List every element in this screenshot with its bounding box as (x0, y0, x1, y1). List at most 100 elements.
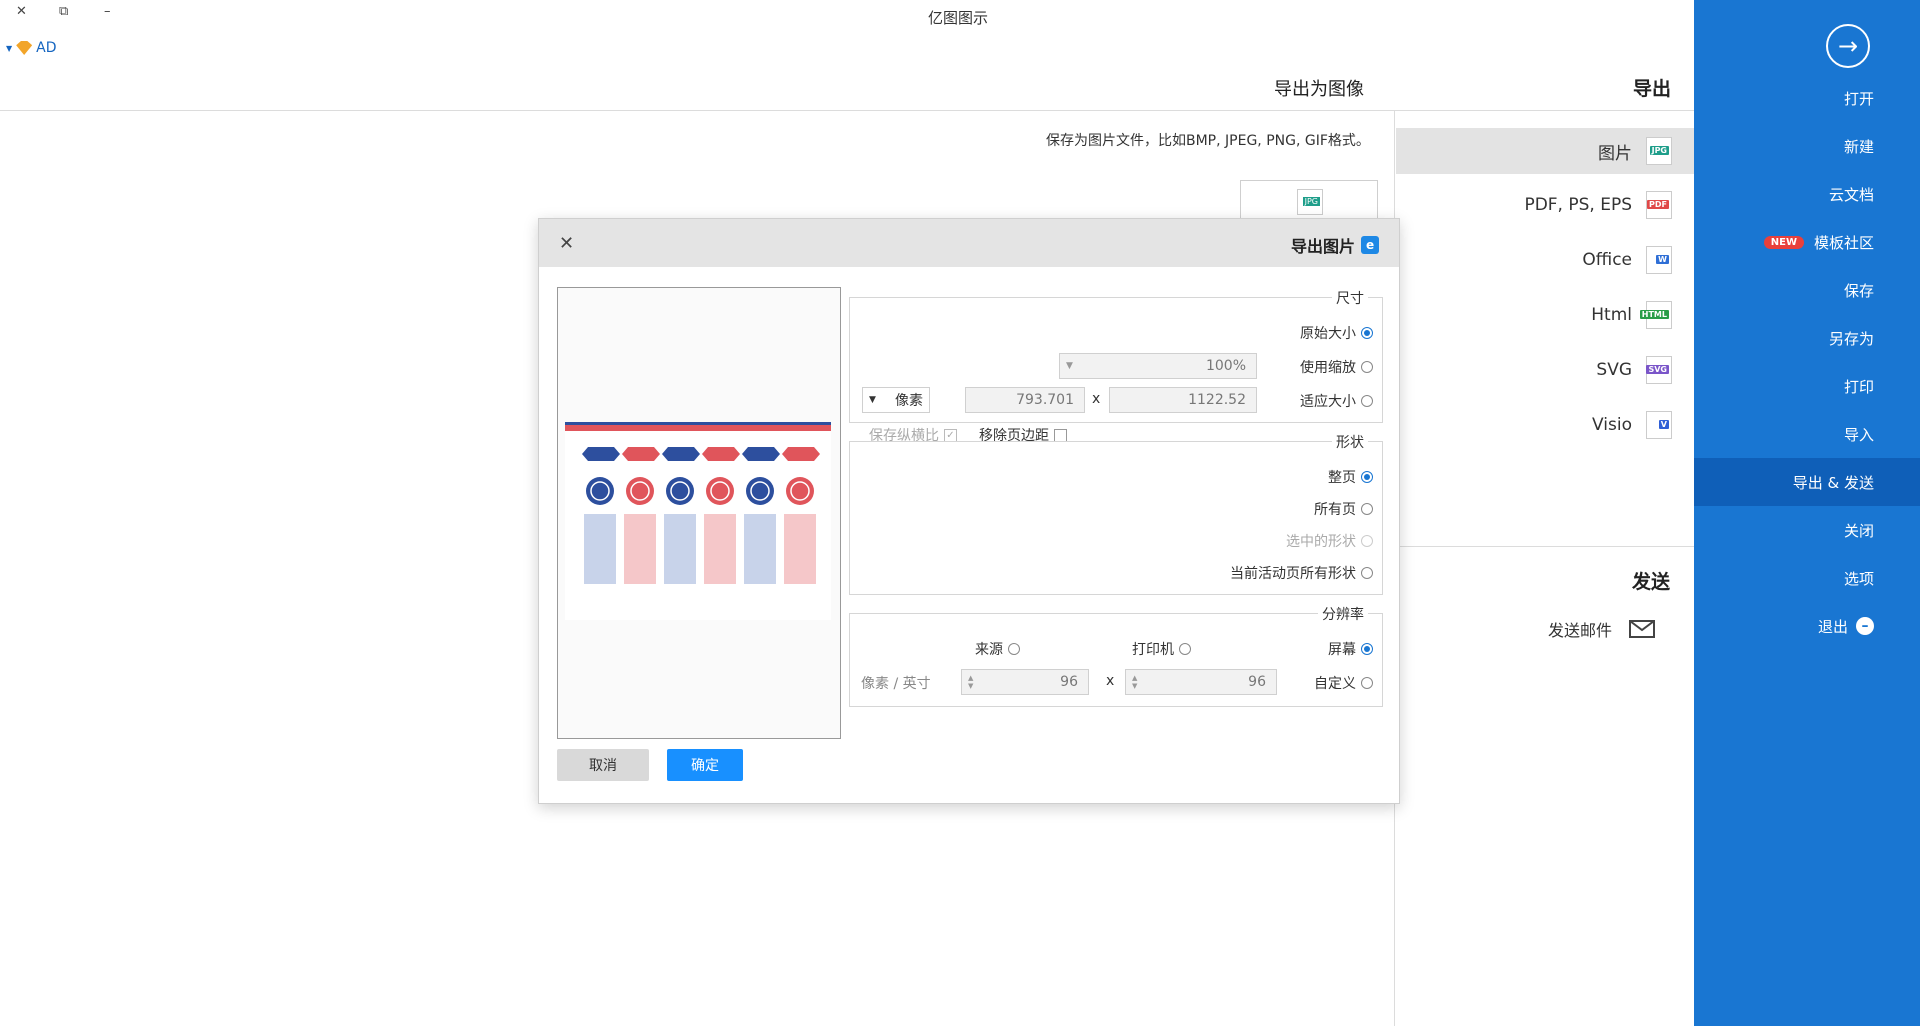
size-x-label: x (1092, 391, 1101, 407)
height-value: 793.701 (1016, 392, 1074, 408)
radio-label: 选中的形状 (1286, 534, 1356, 550)
dialog-title: 导出图片 e (1291, 233, 1380, 257)
radio-disabled-icon (1361, 535, 1373, 547)
fit-size-radio[interactable]: 适应大小 (1300, 391, 1373, 411)
format-html[interactable]: Html HTML (1396, 292, 1694, 338)
minimize-icon[interactable]: – (104, 4, 111, 19)
spinner-icon: ▲ ▼ (968, 674, 974, 690)
nav-open[interactable]: 打开 (1694, 74, 1920, 122)
screen-radio[interactable]: 屏幕 (1328, 639, 1373, 659)
nav-export-send[interactable]: 导出 & 发送 (1694, 458, 1920, 506)
radio-label: 原始大小 (1300, 326, 1356, 342)
close-icon[interactable]: ✕ (16, 4, 27, 19)
radio-label: 适应大小 (1300, 394, 1356, 410)
radio-unchecked-icon (1361, 395, 1373, 407)
restore-icon[interactable]: ⧉ (59, 4, 68, 19)
radio-label: 屏幕 (1328, 642, 1356, 658)
radio-unchecked-icon (1361, 503, 1373, 515)
nav-label: 打开 (1843, 89, 1874, 108)
size-group-label: 尺寸 (1332, 288, 1368, 308)
height-input[interactable]: 793.701 (965, 387, 1085, 413)
export-image-dialog: ✕ 导出图片 e 尺寸 原始大小 使用缩放 100% ▼ 适应大小 1122.5… (538, 218, 1400, 804)
app-title: 亿图图示 (928, 9, 989, 27)
zoom-select[interactable]: 100% ▼ (1059, 353, 1257, 379)
whole-page-radio[interactable]: 整页 (1328, 467, 1373, 487)
nav-cloud-docs[interactable]: 云文档 (1694, 170, 1920, 218)
width-input[interactable]: 1122.52 (1109, 387, 1257, 413)
nav-label: 另存为 (1828, 329, 1874, 348)
printer-radio[interactable]: 打印机 (1132, 639, 1191, 659)
backstage-nav: → 打开 新建 云文档 NEW 模板社区 保存 另存为 打印 导入 导出 & 发… (1694, 0, 1920, 1026)
shape-group-label: 形状 (1332, 432, 1368, 452)
res-x-value: 96 (1248, 674, 1266, 690)
svg-file-icon: SVG (1646, 356, 1672, 384)
nav-label: 保存 (1843, 281, 1874, 300)
source-radio[interactable]: 来源 (975, 639, 1020, 659)
nav-new[interactable]: 新建 (1694, 122, 1920, 170)
custom-radio[interactable]: 自定义 (1314, 673, 1373, 693)
checkbox-icon (1054, 428, 1067, 442)
nav-label: 关闭 (1843, 521, 1874, 540)
unit-select[interactable]: ▼ 像素 (862, 387, 930, 413)
dialog-header (539, 219, 1399, 267)
export-image-card[interactable]: JPG (1240, 180, 1378, 220)
dialog-title-text: 导出图片 (1291, 237, 1356, 256)
format-pdf[interactable]: PDF, PS, EPS PDF (1396, 182, 1694, 228)
radio-unchecked-icon (1361, 677, 1373, 689)
res-y-value: 96 (1060, 674, 1078, 690)
back-arrow-icon[interactable]: → (1826, 24, 1870, 68)
res-x-label: x (1106, 673, 1115, 689)
radio-label: 整页 (1328, 470, 1356, 486)
zoom-value: 100% (1205, 358, 1246, 374)
nav-label: 云文档 (1828, 185, 1874, 204)
radio-label: 打印机 (1132, 642, 1174, 658)
pdf-file-icon: PDF (1646, 191, 1672, 219)
res-x-input[interactable]: ▲ ▼ 96 (1125, 669, 1277, 695)
user-name: AD (36, 40, 57, 56)
nav-label: 打印 (1843, 377, 1874, 396)
radio-checked-icon (1361, 643, 1373, 655)
use-zoom-radio[interactable]: 使用缩放 (1300, 357, 1373, 377)
format-label: 图片 (1598, 143, 1632, 164)
dialog-close-icon[interactable]: ✕ (559, 233, 574, 254)
send-email-button[interactable]: 发送邮件 (1548, 617, 1656, 641)
chevron-down-icon: ▼ (869, 395, 876, 405)
format-image[interactable]: 图片 JPG (1396, 128, 1694, 174)
selected-shapes-radio[interactable]: 选中的形状 (1286, 531, 1373, 551)
chevron-down-icon: ▼ (1066, 361, 1073, 371)
cancel-button[interactable]: 取消 (557, 749, 649, 781)
nav-save-as[interactable]: 另存为 (1694, 314, 1920, 362)
jpg-file-icon: JPG (1646, 137, 1672, 165)
send-divider (1396, 546, 1694, 547)
unit-value: 像素 (895, 393, 923, 409)
original-size-radio[interactable]: 原始大小 (1300, 323, 1373, 343)
jpg-file-icon: JPG (1297, 189, 1323, 215)
current-page-shapes-radio[interactable]: 当前活动页所有形状 (1230, 563, 1373, 583)
visio-file-icon: V (1646, 411, 1672, 439)
radio-unchecked-icon (1361, 361, 1373, 373)
nav-import[interactable]: 导入 (1694, 410, 1920, 458)
format-svg[interactable]: SVG SVG (1396, 347, 1694, 393)
nav-exit[interactable]: 退出 – (1694, 602, 1920, 650)
res-y-input[interactable]: ▲ ▼ 96 (961, 669, 1089, 695)
all-pages-radio[interactable]: 所有页 (1314, 499, 1373, 519)
nav-label: 新建 (1843, 137, 1874, 156)
format-office[interactable]: Office W (1396, 237, 1694, 283)
diagram-thumbnail (565, 422, 831, 620)
nav-print[interactable]: 打印 (1694, 362, 1920, 410)
ok-button[interactable]: 确定 (667, 749, 743, 781)
format-label: Office (1582, 250, 1632, 270)
nav-template-community[interactable]: NEW 模板社区 (1694, 218, 1920, 266)
radio-label: 所有页 (1314, 502, 1356, 518)
format-label: SVG (1596, 360, 1632, 380)
format-visio[interactable]: Visio V (1396, 402, 1694, 448)
nav-close[interactable]: 关闭 (1694, 506, 1920, 554)
radio-label: 使用缩放 (1300, 360, 1356, 376)
nav-options[interactable]: 选项 (1694, 554, 1920, 602)
exit-icon: – (1856, 617, 1874, 635)
nav-label: 选项 (1843, 569, 1874, 588)
user-account[interactable]: ▼ AD (6, 40, 57, 56)
send-email-label: 发送邮件 (1548, 621, 1613, 640)
app-logo-icon: e (1361, 236, 1380, 254)
nav-save[interactable]: 保存 (1694, 266, 1920, 314)
